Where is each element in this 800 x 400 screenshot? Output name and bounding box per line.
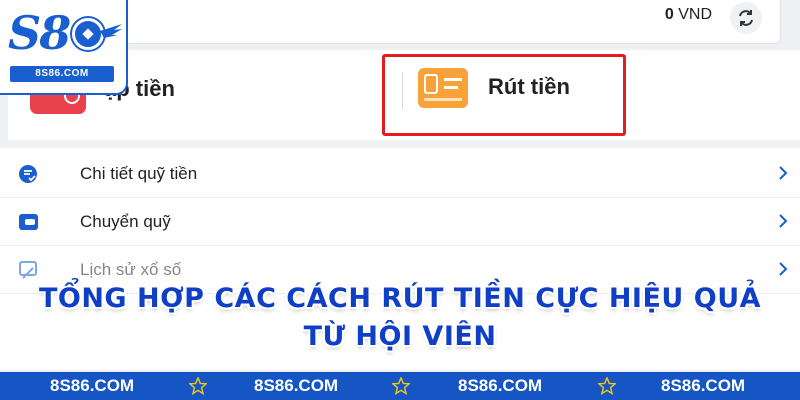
menu-item-label: Chuyển quỹ <box>80 212 171 231</box>
footer-domain: 8S86.COM <box>661 376 746 395</box>
lottery-history-icon <box>19 261 37 279</box>
banner-title: TỔNG HỢP CÁC CÁCH RÚT TIỀN CỰC HIỆU QUẢ … <box>0 280 800 356</box>
menu-item-transfer-funds[interactable]: Chuyển quỹ <box>0 198 800 246</box>
star-icon <box>598 377 616 395</box>
withdraw-button-label[interactable]: Rút tiền <box>488 74 570 100</box>
menu-item-label: Chi tiết quỹ tiền <box>80 164 198 183</box>
star-icon <box>392 377 410 395</box>
footer-domain: 8S86.COM <box>50 376 135 395</box>
chevron-right-icon <box>779 166 788 180</box>
balance-amount: 0 VND <box>665 6 712 24</box>
wallet-icon <box>19 214 38 230</box>
refresh-icon <box>739 10 753 26</box>
footer-domain: 8S86.COM <box>458 376 543 395</box>
star-icon <box>189 377 207 395</box>
chevron-right-icon <box>779 214 788 228</box>
balance-currency: VND <box>678 6 712 23</box>
brand-logo: S8 8S86.COM <box>0 0 128 95</box>
withdraw-icon[interactable] <box>418 68 468 108</box>
banner-title-line-1: TỔNG HỢP CÁC CÁCH RÚT TIỀN CỰC HIỆU QUẢ <box>38 283 762 314</box>
chevron-right-icon <box>779 262 788 276</box>
menu-item-label: Lịch sử xổ số <box>80 260 182 279</box>
footer-strip: 8S86.COM 8S86.COM 8S86.COM 8S86.COM <box>0 372 800 400</box>
menu-item-fund-details[interactable]: Chi tiết quỹ tiền <box>0 150 800 198</box>
balance-value: 0 <box>664 6 674 23</box>
footer-domain: 8S86.COM <box>254 376 339 395</box>
wing-icon <box>100 24 122 38</box>
fund-details-icon <box>19 165 37 183</box>
logo-domain: 8S86.COM <box>10 66 114 82</box>
banner-title-line-2: TỪ HỘI VIÊN <box>303 321 497 352</box>
refresh-balance-button[interactable] <box>730 2 762 34</box>
logo-wordmark: S8 <box>8 6 71 60</box>
